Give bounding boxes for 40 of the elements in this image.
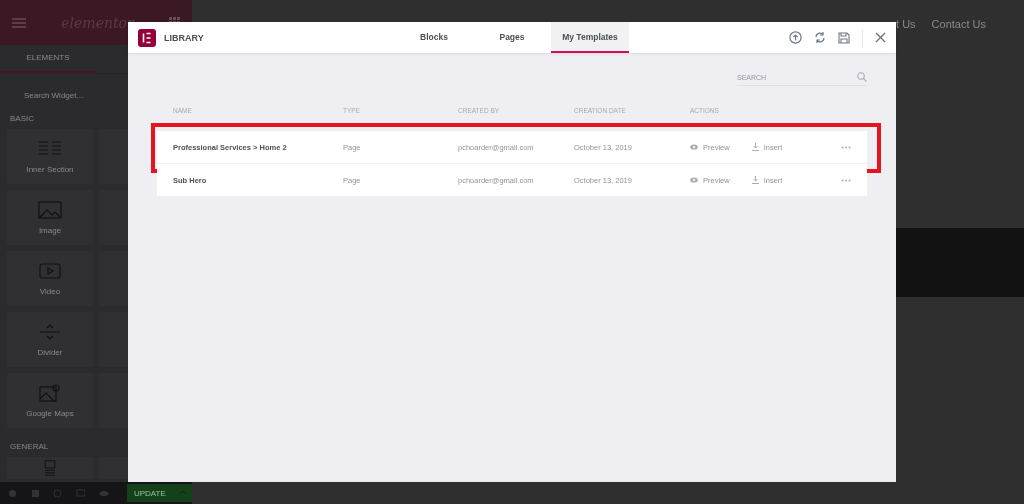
tab[interactable]: Blocks [395,22,473,53]
widget-tile[interactable] [7,457,93,479]
map-icon [38,383,62,403]
sync-icon[interactable] [814,31,826,44]
dialog-title: LIBRARY [164,32,204,43]
divider-icon [38,322,62,342]
widget-tile[interactable]: Image [7,190,93,245]
save-icon[interactable] [838,31,850,44]
eye-icon [690,144,698,150]
eye-icon [690,177,698,183]
tab[interactable]: My Templates [551,22,629,53]
widget-tile[interactable]: Inner Section [7,129,93,184]
caret-icon[interactable] [172,484,192,502]
widget-label: Image [38,226,62,235]
close-icon[interactable] [875,32,886,43]
widget-label: Google Maps [26,409,74,418]
search-icon [857,72,867,82]
widget-label: Divider [37,348,63,357]
nav-link[interactable]: t Us [896,18,916,30]
video-icon [38,261,62,281]
widget-tile[interactable]: Video [7,251,93,306]
image-icon [38,200,62,220]
download-icon [751,176,759,184]
elementor-logo-icon [138,28,156,47]
section-heading: BASIC [9,113,35,125]
upload-icon[interactable] [789,31,802,44]
section-heading: GENERAL [9,441,50,453]
widget-tile[interactable]: Divider [7,312,93,367]
nav-link[interactable]: Contact Us [931,18,986,30]
widget-label: Inner Section [26,165,74,174]
widget-tile[interactable]: Google Maps [7,373,93,428]
elements-tab[interactable]: ELEMENTS [0,45,96,73]
widget-label: Video [39,287,61,296]
more-icon[interactable] [841,145,851,149]
menu-icon[interactable] [12,17,26,28]
eye-icon[interactable] [99,488,109,498]
download-icon [751,143,759,151]
more-icon[interactable] [841,178,851,182]
tab[interactable]: Pages [473,22,551,53]
search-field[interactable]: Search Widget... [12,84,176,106]
